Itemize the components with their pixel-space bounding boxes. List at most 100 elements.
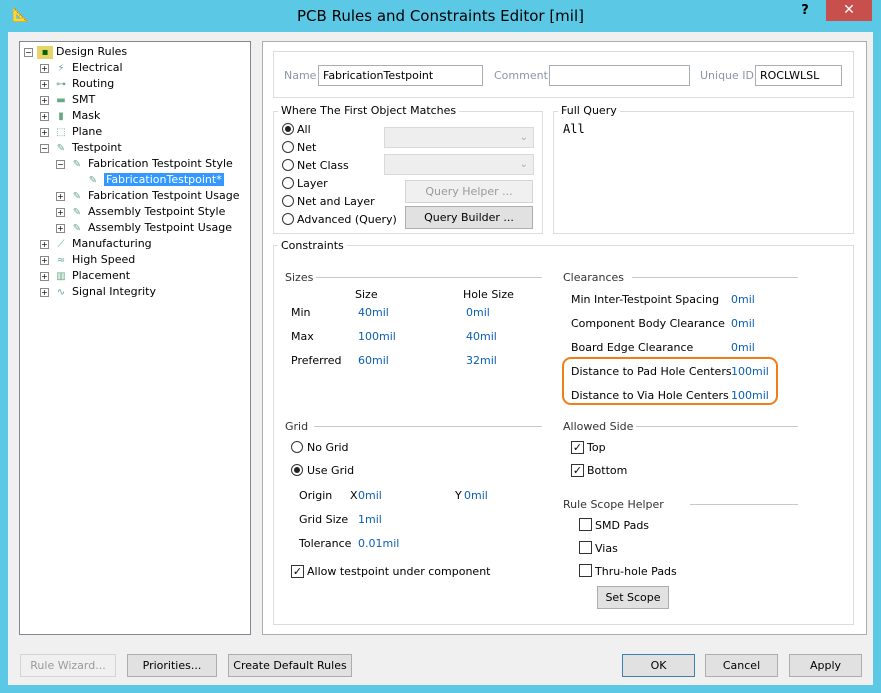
- expand-icon[interactable]: +: [40, 239, 49, 249]
- query-helper-button[interactable]: Query Helper ...: [405, 180, 533, 203]
- comment-input[interactable]: [549, 65, 690, 86]
- match-radio[interactable]: [282, 213, 294, 225]
- collapse-icon[interactable]: −: [56, 159, 65, 169]
- allow-under-component-checkbox[interactable]: ✓: [291, 565, 304, 578]
- expand-icon[interactable]: +: [40, 271, 49, 281]
- help-button[interactable]: ?: [790, 0, 820, 22]
- full-query-text[interactable]: All: [563, 122, 585, 136]
- tree-item[interactable]: + ✎ Assembly Testpoint Style: [56, 204, 225, 220]
- size-row-label: Preferred: [291, 354, 342, 367]
- tree-item[interactable]: + ▮ Mask: [40, 108, 100, 124]
- query-builder-button[interactable]: Query Builder ...: [405, 206, 533, 229]
- tree-item[interactable]: + ⬚ Plane: [40, 124, 102, 140]
- no-grid-label[interactable]: No Grid: [307, 441, 349, 454]
- thru-hole-pads-checkbox[interactable]: [579, 564, 592, 577]
- hole-size-value[interactable]: 32mil: [466, 354, 497, 367]
- app-icon: 📐: [12, 7, 30, 23]
- expand-icon[interactable]: +: [56, 223, 65, 233]
- hole-size-value[interactable]: 40mil: [466, 330, 497, 343]
- match-option-label[interactable]: All: [297, 123, 311, 136]
- tree-item[interactable]: + ⟋ Manufacturing: [40, 236, 152, 252]
- use-grid-label[interactable]: Use Grid: [307, 464, 354, 477]
- tree-item[interactable]: + ▥ Placement: [40, 268, 130, 284]
- rules-tree[interactable]: − ▪ Design Rules + ⚡ Electrical + ⊶ Routing + ▬ SM…: [19, 41, 251, 635]
- tree-item[interactable]: + ∿ Signal Integrity: [40, 284, 156, 300]
- create-default-rules-button[interactable]: Create Default Rules: [228, 654, 352, 677]
- bottom-label[interactable]: Bottom: [587, 464, 627, 477]
- divider: [314, 426, 542, 427]
- name-input[interactable]: FabricationTestpoint: [318, 65, 483, 86]
- vias-label[interactable]: Vias: [595, 542, 618, 555]
- rule-wizard-button[interactable]: Rule Wizard...: [20, 654, 116, 677]
- expand-icon[interactable]: +: [56, 191, 65, 201]
- collapse-icon[interactable]: −: [24, 47, 33, 57]
- match-combo-1[interactable]: ⌄: [384, 127, 534, 148]
- top-label[interactable]: Top: [587, 441, 606, 454]
- match-option-label[interactable]: Net Class: [297, 159, 349, 172]
- tree-item[interactable]: − ✎ Testpoint: [40, 140, 122, 156]
- tree-label: Assembly Testpoint Usage: [88, 221, 232, 234]
- unique-id-label: Unique ID: [700, 69, 755, 82]
- smd-pads-label[interactable]: SMD Pads: [595, 519, 649, 532]
- hole-size-value[interactable]: 0mil: [466, 306, 490, 319]
- ok-button[interactable]: OK: [622, 654, 695, 677]
- tree-item[interactable]: + ▬ SMT: [40, 92, 95, 108]
- match-radio[interactable]: [282, 195, 294, 207]
- apply-button[interactable]: Apply: [789, 654, 862, 677]
- match-radio[interactable]: [282, 141, 294, 153]
- no-grid-radio[interactable]: [291, 441, 303, 453]
- clearance-value[interactable]: 0mil: [731, 341, 755, 354]
- set-scope-button[interactable]: Set Scope: [597, 586, 669, 609]
- use-grid-radio[interactable]: [291, 464, 303, 476]
- expand-icon[interactable]: +: [40, 79, 49, 89]
- clearance-value[interactable]: 0mil: [731, 293, 755, 306]
- tree-item[interactable]: + ⊶ Routing: [40, 76, 114, 92]
- match-radio[interactable]: [282, 123, 294, 135]
- expand-icon[interactable]: +: [56, 207, 65, 217]
- expand-icon[interactable]: +: [40, 255, 49, 265]
- top-checkbox[interactable]: ✓: [571, 441, 584, 454]
- tree-item[interactable]: + ≈ High Speed: [40, 252, 135, 268]
- tree-root[interactable]: − ▪ Design Rules: [24, 44, 127, 60]
- match-radio[interactable]: [282, 177, 294, 189]
- testpoint-icon: ✎: [72, 190, 82, 202]
- expand-icon[interactable]: +: [40, 95, 49, 105]
- tree-item[interactable]: ✎ FabricationTestpoint*: [72, 172, 224, 188]
- cancel-button[interactable]: Cancel: [705, 654, 778, 677]
- size-value[interactable]: 100mil: [358, 330, 396, 343]
- expand-icon[interactable]: +: [40, 63, 49, 73]
- origin-x-value[interactable]: 0mil: [358, 489, 382, 502]
- match-option-label[interactable]: Net and Layer: [297, 195, 375, 208]
- match-option-label[interactable]: Advanced (Query): [297, 213, 397, 226]
- tree-label: Manufacturing: [72, 237, 152, 250]
- size-value[interactable]: 40mil: [358, 306, 389, 319]
- match-radio[interactable]: [282, 159, 294, 171]
- unique-id-input[interactable]: ROCLWLSL: [755, 65, 842, 86]
- smd-pads-checkbox[interactable]: [579, 518, 592, 531]
- tree-item[interactable]: + ✎ Fabrication Testpoint Usage: [56, 188, 239, 204]
- size-value[interactable]: 60mil: [358, 354, 389, 367]
- mask-icon: ▮: [58, 110, 64, 122]
- match-option-label[interactable]: Net: [297, 141, 316, 154]
- grid-size-value[interactable]: 1mil: [358, 513, 382, 526]
- priorities-button[interactable]: Priorities...: [127, 654, 217, 677]
- match-combo-2[interactable]: ⌄: [384, 154, 534, 175]
- collapse-icon[interactable]: −: [40, 143, 49, 153]
- expand-icon[interactable]: +: [40, 127, 49, 137]
- thru-hole-pads-label[interactable]: Thru-hole Pads: [595, 565, 677, 578]
- allow-under-component-label[interactable]: Allow testpoint under component: [307, 565, 490, 578]
- vias-checkbox[interactable]: [579, 541, 592, 554]
- clearance-value[interactable]: 0mil: [731, 317, 755, 330]
- size-row-label: Min: [291, 306, 311, 319]
- sizes-title: Sizes: [285, 271, 314, 284]
- expand-icon[interactable]: +: [40, 111, 49, 121]
- tree-item[interactable]: − ✎ Fabrication Testpoint Style: [56, 156, 233, 172]
- tolerance-value[interactable]: 0.01mil: [358, 537, 399, 550]
- match-option-label[interactable]: Layer: [297, 177, 328, 190]
- origin-y-value[interactable]: 0mil: [464, 489, 488, 502]
- bottom-checkbox[interactable]: ✓: [571, 464, 584, 477]
- close-button[interactable]: ✕: [826, 0, 872, 21]
- tree-item[interactable]: + ⚡ Electrical: [40, 60, 123, 76]
- expand-icon[interactable]: +: [40, 287, 49, 297]
- tree-item[interactable]: + ✎ Assembly Testpoint Usage: [56, 220, 232, 236]
